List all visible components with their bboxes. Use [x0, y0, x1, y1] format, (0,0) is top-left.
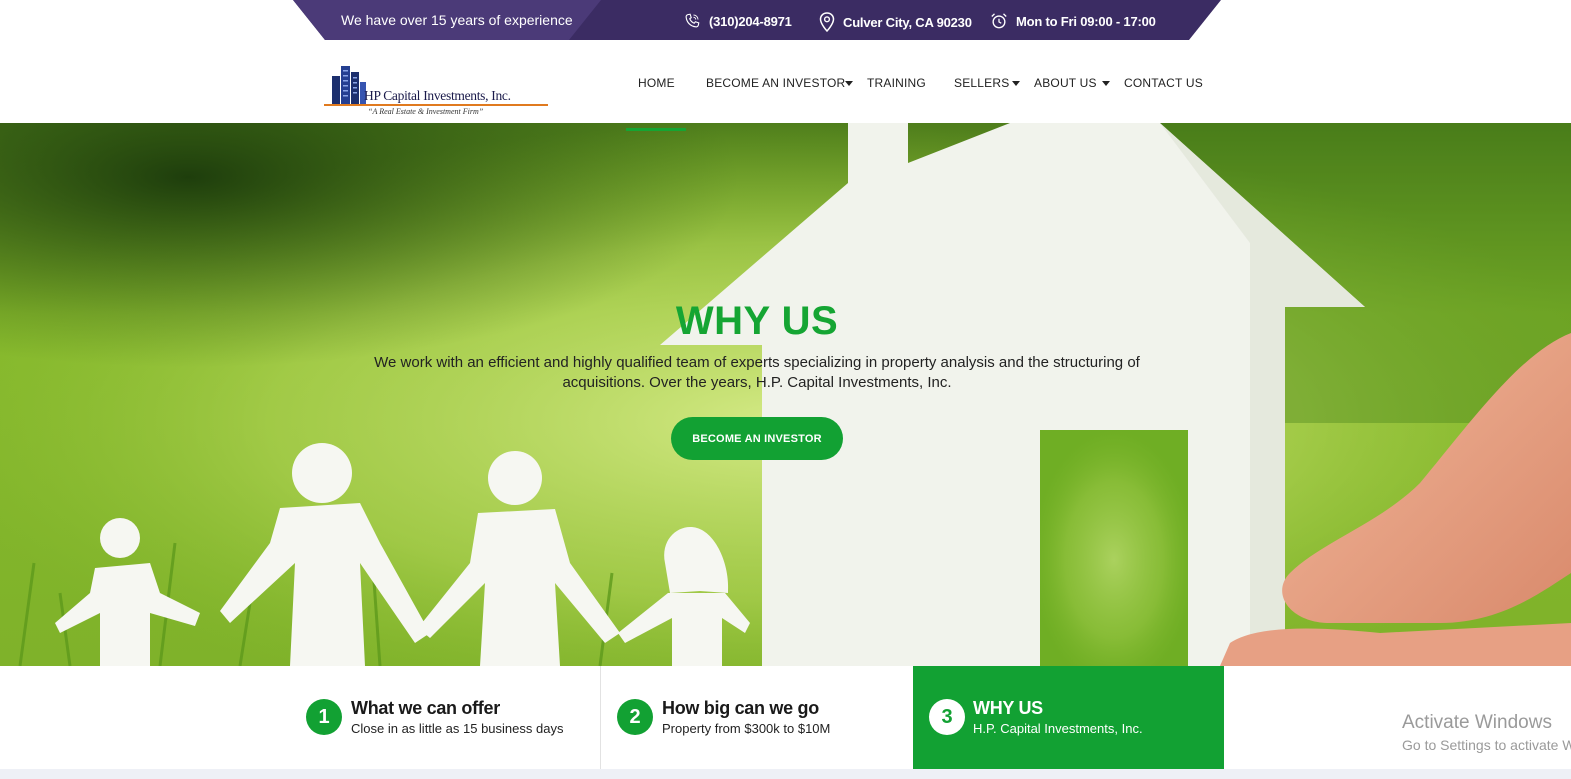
bottom-strip [0, 769, 1571, 779]
step-1-tab[interactable]: 1 What we can offer Close in as little a… [300, 666, 600, 769]
hero-description: We work with an efficient and highly qua… [374, 354, 1140, 391]
become-investor-button[interactable]: BECOME AN INVESTOR [671, 417, 843, 460]
phone-contact[interactable]: (310)204-8971 [683, 12, 792, 30]
logo-tagline: “A Real Estate & Investment Firm” [368, 107, 484, 116]
step-divider [600, 666, 601, 769]
page: We have over 15 years of experience (310… [0, 0, 1571, 779]
nav-contact-us[interactable]: CONTACT US [1124, 76, 1203, 90]
alarm-clock-icon [991, 13, 1007, 29]
windows-activation-watermark: Activate Windows Go to Settings to activ… [1402, 712, 1571, 753]
hours-text: Mon to Fri 09:00 - 17:00 [1016, 13, 1156, 29]
hero-section: WHY US We work with an efficient and hig… [0, 123, 1571, 666]
top-info-bar: We have over 15 years of experience (310… [293, 0, 1221, 40]
step-title: What we can offer [351, 698, 500, 718]
nav-home[interactable]: HOME [638, 76, 675, 90]
nav-sellers[interactable]: SELLERS [954, 76, 1009, 90]
nav-training[interactable]: TRAINING [867, 76, 926, 90]
location-info: Culver City, CA 90230 [819, 12, 972, 32]
hero-title: WHY US [675, 299, 839, 343]
watermark-subtitle: Go to Settings to activate Windows. [1402, 737, 1571, 753]
step-subtitle: Property from $300k to $10M [662, 721, 831, 736]
location-text: Culver City, CA 90230 [843, 14, 972, 30]
step-subtitle: Close in as little as 15 business days [351, 721, 564, 736]
chevron-down-icon[interactable] [1012, 81, 1020, 86]
buildings-logo-icon [332, 66, 366, 104]
nav-active-indicator [626, 128, 686, 131]
logo-company-name: HP Capital Investments, Inc. [364, 88, 511, 103]
experience-text: We have over 15 years of experience [341, 12, 573, 28]
map-pin-icon [819, 12, 835, 32]
step-title: How big can we go [662, 698, 819, 718]
chevron-down-icon[interactable] [1102, 81, 1110, 86]
hero-background-image [0, 123, 1571, 666]
step-number: 3 [929, 699, 965, 735]
nav-about-us[interactable]: ABOUT US [1034, 76, 1097, 90]
step-subtitle: H.P. Capital Investments, Inc. [973, 721, 1143, 736]
phone-number: (310)204-8971 [709, 13, 792, 29]
company-logo[interactable]: HP Capital Investments, Inc. “A Real Est… [324, 62, 550, 118]
watermark-title: Activate Windows [1402, 712, 1552, 733]
step-number: 2 [617, 699, 653, 735]
nav-become-an-investor[interactable]: BECOME AN INVESTOR [706, 76, 845, 90]
step-title: WHY US [973, 698, 1043, 718]
chevron-down-icon[interactable] [845, 81, 853, 86]
logo-underline [324, 104, 548, 106]
steps-bar: 1 What we can offer Close in as little a… [0, 666, 1571, 769]
step-2-tab[interactable]: 2 How big can we go Property from $300k … [611, 666, 911, 769]
hours-info: Mon to Fri 09:00 - 17:00 [990, 12, 1156, 30]
phone-icon [685, 13, 700, 28]
step-number: 1 [306, 699, 342, 735]
step-3-tab[interactable]: 3 WHY US H.P. Capital Investments, Inc. [913, 666, 1224, 769]
